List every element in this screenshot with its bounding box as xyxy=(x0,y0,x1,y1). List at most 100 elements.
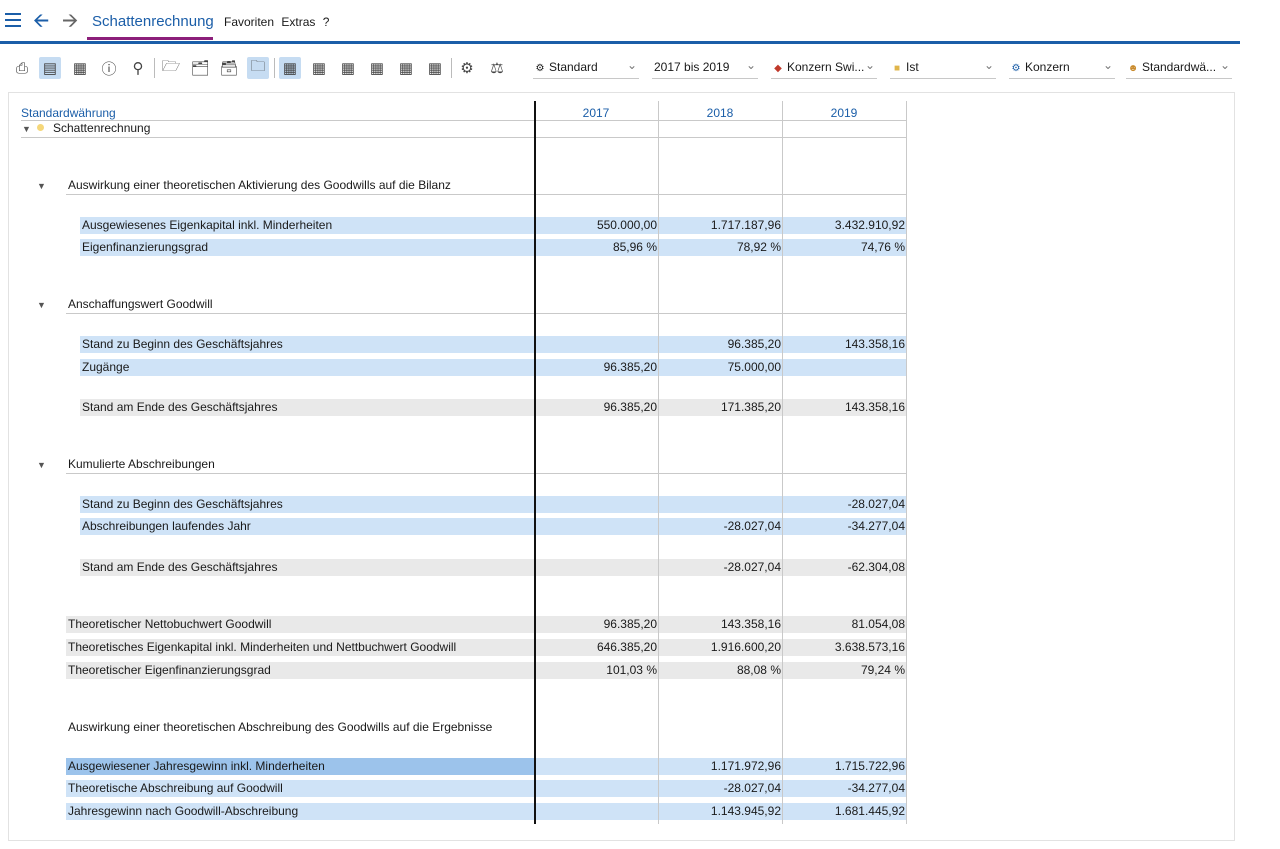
row-label[interactable]: Stand am Ende des Geschäftsjahres xyxy=(82,559,277,576)
row-label[interactable]: Ausgewiesenes Eigenkapital inkl. Minderh… xyxy=(82,217,332,234)
back-arrow-icon[interactable]: 🡨 xyxy=(33,11,49,31)
row-label[interactable]: Abschreibungen laufendes Jahr xyxy=(82,518,251,535)
header-currency[interactable]: Standardwährung xyxy=(21,106,116,120)
tab-schattenrechnung[interactable]: Schattenrechnung xyxy=(87,0,214,40)
cell-2018[interactable]: 88,08 % xyxy=(661,662,781,679)
cell-2019[interactable]: -28.027,04 xyxy=(785,496,905,513)
cell-2017[interactable] xyxy=(537,803,657,820)
header-col-2019[interactable]: 2019 xyxy=(784,106,904,120)
table-view-3-icon[interactable]: ▦ xyxy=(337,57,359,79)
cell-2018[interactable]: 75.000,00 xyxy=(661,359,781,376)
row-label[interactable]: Stand zu Beginn des Geschäftsjahres xyxy=(82,496,283,513)
cell-2019[interactable]: -62.304,08 xyxy=(785,559,905,576)
cell-2019[interactable]: 74,76 % xyxy=(785,239,905,256)
cell-2017[interactable]: 550.000,00 xyxy=(537,217,657,234)
cell-2019[interactable]: -34.277,04 xyxy=(785,780,905,797)
cell-2019[interactable] xyxy=(785,359,905,376)
cell-2017[interactable] xyxy=(537,758,657,775)
table-view-5-icon[interactable]: ▦ xyxy=(395,57,417,79)
cell-2018[interactable]: 1.717.187,96 xyxy=(661,217,781,234)
table-view-2-icon[interactable]: ▦ xyxy=(308,57,330,79)
help-icon[interactable]: ⓘ xyxy=(98,57,120,79)
row-label[interactable]: Zugänge xyxy=(82,359,129,376)
cell-2018[interactable]: 143.358,16 xyxy=(661,616,781,633)
section-title[interactable]: Kumulierte Abschreibungen xyxy=(68,456,215,473)
cell-2017[interactable]: 96.385,20 xyxy=(537,359,657,376)
cell-2017[interactable]: 646.385,20 xyxy=(537,639,657,656)
dropdown-currency[interactable]: ☻ Standardwä... ⌄ xyxy=(1126,58,1232,79)
collapse-triangle-icon[interactable]: ▼ xyxy=(22,124,31,134)
dropdown-period[interactable]: 2017 bis 2019 ⌄ xyxy=(652,58,758,79)
dropdown-company[interactable]: ◆ Konzern Swi... ⌄ xyxy=(771,58,877,79)
row-label[interactable]: Stand am Ende des Geschäftsjahres xyxy=(82,399,277,416)
header-col-2017[interactable]: 2017 xyxy=(536,106,656,120)
balance-icon[interactable]: ⚖ xyxy=(486,57,508,79)
cell-2018[interactable]: 1.143.945,92 xyxy=(661,803,781,820)
print-icon[interactable]: ⎙ xyxy=(11,57,33,79)
cell-2019[interactable]: 1.715.722,96 xyxy=(785,758,905,775)
preview-icon[interactable]: ▦ xyxy=(69,57,91,79)
folder-open-icon[interactable]: 🗁 xyxy=(160,57,182,79)
cell-2019[interactable]: 3.638.573,16 xyxy=(785,639,905,656)
cell-2018[interactable] xyxy=(661,496,781,513)
row-label[interactable]: Eigenfinanzierungsgrad xyxy=(82,239,208,256)
cell-2017[interactable]: 96.385,20 xyxy=(537,616,657,633)
dropdown-scenario[interactable]: ■ Ist ⌄ xyxy=(890,58,996,79)
cell-2019[interactable]: 79,24 % xyxy=(785,662,905,679)
tree-root-label[interactable]: Schattenrechnung xyxy=(53,120,150,137)
folder-settings-icon[interactable]: 🗃 xyxy=(218,57,240,79)
section-title[interactable]: Anschaffungswert Goodwill xyxy=(68,296,213,313)
menu-help[interactable]: ? xyxy=(323,15,330,29)
cell-2017[interactable]: 101,03 % xyxy=(537,662,657,679)
hamburger-menu-icon[interactable] xyxy=(5,13,21,29)
row-label[interactable]: Theoretischer Eigenfinanzierungsgrad xyxy=(68,662,271,679)
cell-2019[interactable]: 1.681.445,92 xyxy=(785,803,905,820)
freeze-pane-divider[interactable] xyxy=(534,101,536,824)
cell-2017[interactable] xyxy=(537,496,657,513)
cell-2018[interactable]: 1.916.600,20 xyxy=(661,639,781,656)
forward-arrow-icon[interactable]: 🡪 xyxy=(62,11,78,31)
cell-2019[interactable]: 143.358,16 xyxy=(785,336,905,353)
folder-active-icon[interactable]: 🗀 xyxy=(247,57,269,79)
cell-2018[interactable]: 1.171.972,96 xyxy=(661,758,781,775)
settings-gears-icon[interactable]: ⚙ xyxy=(456,57,478,79)
collapse-triangle-icon[interactable]: ▼ xyxy=(37,460,46,470)
cell-2017[interactable] xyxy=(537,780,657,797)
section-title[interactable]: Auswirkung einer theoretischen Aktivieru… xyxy=(68,177,451,194)
cell-2017[interactable] xyxy=(537,559,657,576)
cell-2019[interactable]: 143.358,16 xyxy=(785,399,905,416)
cell-2019[interactable]: -34.277,04 xyxy=(785,518,905,535)
row-label[interactable]: Theoretischer Nettobuchwert Goodwill xyxy=(68,616,271,633)
cell-2018[interactable]: -28.027,04 xyxy=(661,559,781,576)
folder-export-icon[interactable]: 🗂 xyxy=(189,57,211,79)
row-label[interactable]: Theoretische Abschreibung auf Goodwill xyxy=(68,780,283,797)
table-view-4-icon[interactable]: ▦ xyxy=(366,57,388,79)
dropdown-consolidation[interactable]: ⚙ Konzern ⌄ xyxy=(1009,58,1115,79)
cell-2018[interactable]: -28.027,04 xyxy=(661,518,781,535)
cell-2017[interactable] xyxy=(537,336,657,353)
row-label[interactable]: Theoretisches Eigenkapital inkl. Minderh… xyxy=(68,639,456,656)
row-label[interactable]: Jahresgewinn nach Goodwill-Abschreibung xyxy=(68,803,298,820)
dropdown-layout[interactable]: ⚙ Standard ⌄ xyxy=(533,58,639,79)
cell-2018[interactable]: 78,92 % xyxy=(661,239,781,256)
cell-2018[interactable]: -28.027,04 xyxy=(661,780,781,797)
header-col-2018[interactable]: 2018 xyxy=(660,106,780,120)
cell-2017[interactable]: 85,96 % xyxy=(537,239,657,256)
cell-2019[interactable]: 81.054,08 xyxy=(785,616,905,633)
collapse-triangle-icon[interactable]: ▼ xyxy=(37,300,46,310)
table-view-1-icon[interactable]: ▦ xyxy=(279,57,301,79)
menu-favoriten[interactable]: Favoriten xyxy=(224,15,274,29)
section-title[interactable]: Auswirkung einer theoretischen Abschreib… xyxy=(68,719,492,736)
menu-extras[interactable]: Extras xyxy=(281,15,315,29)
cell-2017[interactable]: 96.385,20 xyxy=(537,399,657,416)
cell-2018[interactable]: 96.385,20 xyxy=(661,336,781,353)
cell-2018[interactable]: 171.385,20 xyxy=(661,399,781,416)
row-label[interactable]: Stand zu Beginn des Geschäftsjahres xyxy=(82,336,283,353)
layout-icon[interactable]: ▤ xyxy=(39,57,61,79)
table-view-6-icon[interactable]: ▦ xyxy=(424,57,446,79)
cell-2019[interactable]: 3.432.910,92 xyxy=(785,217,905,234)
row-label[interactable]: Ausgewiesener Jahresgewinn inkl. Minderh… xyxy=(68,758,325,775)
collapse-triangle-icon[interactable]: ▼ xyxy=(37,181,46,191)
search-icon[interactable]: ⚲ xyxy=(127,57,149,79)
cell-2017[interactable] xyxy=(537,518,657,535)
